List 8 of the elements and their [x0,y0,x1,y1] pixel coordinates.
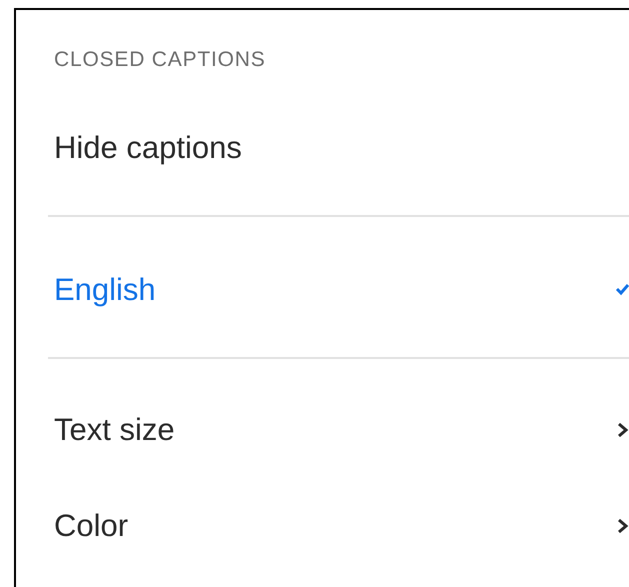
submenu-item[interactable]: Color [16,488,629,564]
chevron-right-icon [615,423,629,437]
language-option[interactable]: English [16,252,629,328]
chevron-right-icon [615,519,629,533]
section-heading: CLOSED CAPTIONS [54,47,266,73]
checkmark-icon [615,283,629,297]
menu-item[interactable]: Hide captions [16,110,629,186]
submenu-item[interactable]: Text size [16,392,629,468]
